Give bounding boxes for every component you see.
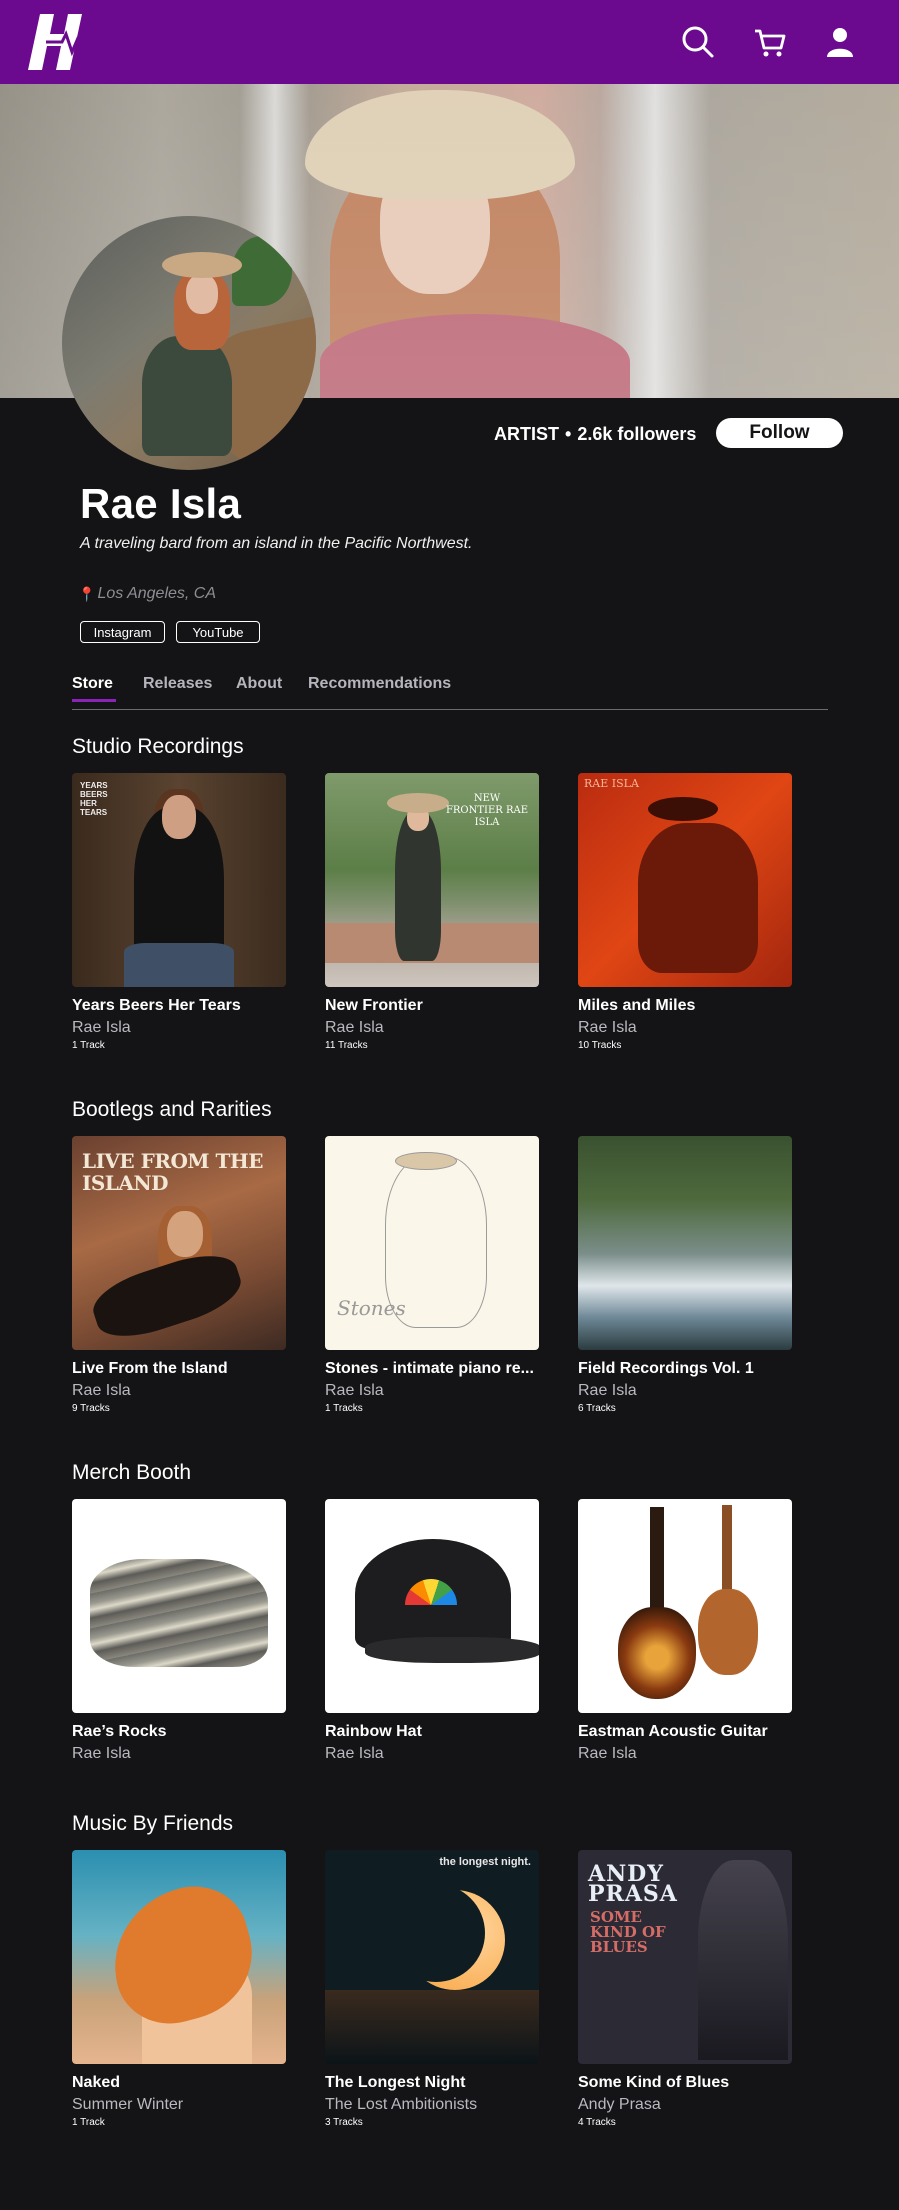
h-logo-icon[interactable] [28, 8, 98, 76]
release-card[interactable]: ANDY PRASA SOME KIND OF BLUES Some Kind … [578, 1850, 792, 2128]
youtube-link[interactable]: YouTube [176, 621, 260, 643]
item-track-count: 4 Tracks [578, 2117, 616, 2128]
top-nav-bar [0, 0, 899, 84]
album-cover[interactable]: ANDY PRASA SOME KIND OF BLUES [578, 1850, 792, 2064]
follower-count: 2.6k followers [577, 423, 697, 444]
cover-text: YEARS BEERS HER TEARS [80, 781, 108, 817]
item-title[interactable]: Rae’s Rocks [72, 1723, 286, 1741]
item-track-count: 3 Tracks [325, 2117, 363, 2128]
item-title[interactable]: Some Kind of Blues [578, 2074, 792, 2092]
tab-releases[interactable]: Releases [143, 675, 212, 693]
release-card[interactable]: the longest night. The Longest Night The… [325, 1850, 539, 2128]
artist-meta: ARTIST • 2.6k followers [494, 422, 696, 446]
item-track-count: 1 Track [72, 2117, 105, 2128]
instagram-link[interactable]: Instagram [80, 621, 165, 643]
tabs-divider [72, 709, 828, 710]
item-artist[interactable]: Rae Isla [578, 1382, 792, 1400]
merch-card[interactable]: Rae’s Rocks Rae Isla [72, 1499, 286, 1763]
release-card[interactable]: Field Recordings Vol. 1 Rae Isla 6 Track… [578, 1136, 792, 1414]
album-cover[interactable]: LIVE FROM THE ISLAND [72, 1136, 286, 1350]
release-card[interactable]: YEARS BEERS HER TEARS Years Beers Her Te… [72, 773, 286, 1051]
album-cover[interactable]: YEARS BEERS HER TEARS [72, 773, 286, 987]
item-title[interactable]: Eastman Acoustic Guitar [578, 1723, 792, 1741]
merch-card[interactable]: Eastman Acoustic Guitar Rae Isla [578, 1499, 792, 1763]
album-cover[interactable]: NEW FRONTIER RAE ISLA [325, 773, 539, 987]
cover-text: ANDY PRASA [588, 1861, 678, 1907]
release-card[interactable]: Stones Stones - intimate piano re... Rae… [325, 1136, 539, 1414]
item-artist[interactable]: Rae Isla [578, 1745, 792, 1763]
item-artist[interactable]: Andy Prasa [578, 2096, 792, 2114]
product-image[interactable] [578, 1499, 792, 1713]
location-text: Los Angeles, CA [97, 585, 217, 602]
item-track-count: 6 Tracks [578, 1403, 616, 1414]
merch-card[interactable]: Rainbow Hat Rae Isla [325, 1499, 539, 1763]
release-card[interactable]: RAE ISLA Miles and Miles Rae Isla 10 Tra… [578, 773, 792, 1051]
item-title[interactable]: Live From the Island [72, 1360, 286, 1378]
location-pin-icon: 📍 [78, 585, 96, 602]
section-title: Merch Booth [72, 1461, 192, 1484]
artist-tagline: A traveling bard from an island in the P… [80, 535, 473, 552]
cover-text: the longest night. [439, 1856, 531, 1868]
cover-text: Stones [337, 1296, 406, 1320]
artist-avatar [62, 216, 316, 470]
item-artist[interactable]: Rae Isla [72, 1745, 286, 1763]
item-title[interactable]: The Longest Night [325, 2074, 539, 2092]
item-title[interactable]: Field Recordings Vol. 1 [578, 1360, 792, 1378]
release-card[interactable]: NEW FRONTIER RAE ISLA New Frontier Rae I… [325, 773, 539, 1051]
cover-text: LIVE FROM THE ISLAND [82, 1149, 264, 1195]
search-icon[interactable] [680, 24, 716, 60]
album-cover[interactable]: Stones [325, 1136, 539, 1350]
album-cover[interactable] [578, 1136, 792, 1350]
item-artist[interactable]: The Lost Ambitionists [325, 2096, 539, 2114]
artist-role: ARTIST [494, 423, 559, 444]
album-cover[interactable]: the longest night. [325, 1850, 539, 2064]
item-artist[interactable]: Rae Isla [325, 1019, 539, 1037]
item-title[interactable]: Rainbow Hat [325, 1723, 539, 1741]
item-title[interactable]: Miles and Miles [578, 997, 792, 1015]
cover-text: NEW FRONTIER RAE ISLA [445, 793, 529, 828]
album-cover[interactable] [72, 1850, 286, 2064]
album-cover[interactable]: RAE ISLA [578, 773, 792, 987]
section-title: Bootlegs and Rarities [72, 1098, 272, 1121]
meta-separator: • [565, 423, 572, 444]
product-image[interactable] [325, 1499, 539, 1713]
follow-button[interactable]: Follow [716, 418, 843, 448]
cart-icon[interactable] [752, 24, 788, 60]
item-artist[interactable]: Rae Isla [72, 1382, 286, 1400]
active-tab-indicator [72, 699, 116, 702]
item-track-count: 9 Tracks [72, 1403, 110, 1414]
item-track-count: 10 Tracks [578, 1040, 622, 1051]
item-title[interactable]: Years Beers Her Tears [72, 997, 286, 1015]
item-title[interactable]: New Frontier [325, 997, 539, 1015]
item-title[interactable]: Naked [72, 2074, 286, 2092]
artist-location: 📍 Los Angeles, CA [78, 585, 216, 603]
item-track-count: 1 Tracks [325, 1403, 363, 1414]
release-card[interactable]: LIVE FROM THE ISLAND Live From the Islan… [72, 1136, 286, 1414]
item-artist[interactable]: Rae Isla [325, 1745, 539, 1763]
item-track-count: 11 Tracks [325, 1040, 368, 1051]
item-track-count: 1 Track [72, 1040, 105, 1051]
item-artist[interactable]: Rae Isla [325, 1382, 539, 1400]
artist-name: Rae Isla [80, 480, 242, 527]
item-title[interactable]: Stones - intimate piano re... [325, 1360, 539, 1378]
item-artist[interactable]: Rae Isla [578, 1019, 792, 1037]
tab-recommendations[interactable]: Recommendations [308, 675, 451, 693]
tab-store[interactable]: Store [72, 675, 113, 693]
item-artist[interactable]: Rae Isla [72, 1019, 286, 1037]
section-title: Music By Friends [72, 1812, 234, 1835]
item-artist[interactable]: Summer Winter [72, 2096, 286, 2114]
section-title: Studio Recordings [72, 735, 244, 758]
product-image[interactable] [72, 1499, 286, 1713]
tab-about[interactable]: About [236, 675, 282, 693]
user-icon[interactable] [822, 24, 858, 60]
cover-text: RAE ISLA [584, 777, 639, 790]
cover-subtext: SOME KIND OF BLUES [590, 1908, 666, 1956]
release-card[interactable]: Naked Summer Winter 1 Track [72, 1850, 286, 2128]
